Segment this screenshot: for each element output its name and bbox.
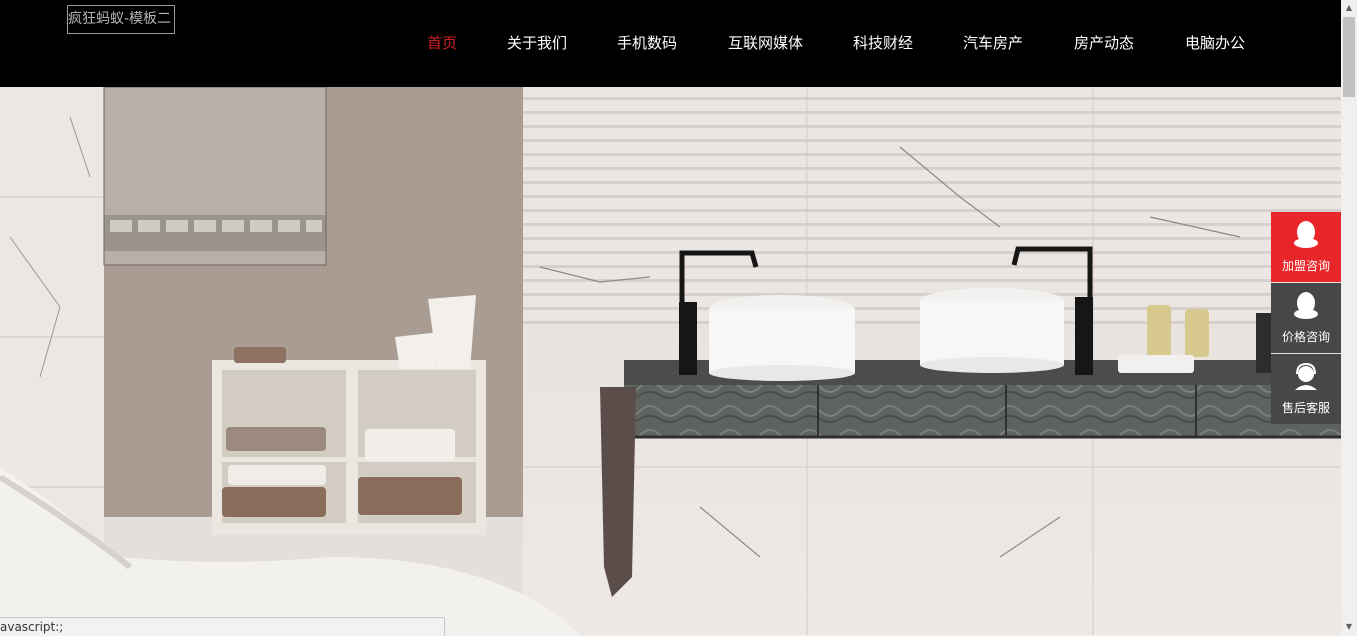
after-sales-label: 售后客服 — [1281, 401, 1330, 415]
join-consult-label: 加盟咨询 — [1281, 259, 1330, 273]
join-consult-button[interactable]: 加盟咨询 — [1271, 212, 1341, 282]
nav-item-internet-media[interactable]: 互联网媒体 — [728, 32, 803, 53]
price-consult-label: 价格咨询 — [1281, 330, 1330, 344]
vertical-scrollbar[interactable]: ▲ ▼ — [1341, 0, 1357, 635]
nav-item-about[interactable]: 关于我们 — [507, 32, 567, 53]
nav-item-tech-finance[interactable]: 科技财经 — [853, 32, 913, 53]
customer-service-icon — [1295, 362, 1317, 390]
nav-item-computer-office[interactable]: 电脑办公 — [1185, 32, 1245, 53]
qq-penguin-icon — [1294, 292, 1318, 319]
qq-penguin-icon — [1294, 221, 1318, 248]
scroll-down-icon[interactable]: ▼ — [1341, 619, 1357, 635]
browser-status-bar: avascript:; — [0, 617, 445, 636]
scroll-up-icon[interactable]: ▲ — [1341, 0, 1357, 16]
after-sales-button[interactable]: 售后客服 — [1271, 354, 1341, 424]
nav-item-home[interactable]: 首页 — [427, 32, 457, 53]
scroll-thumb[interactable] — [1343, 17, 1355, 97]
price-consult-button[interactable]: 价格咨询 — [1271, 283, 1341, 353]
nav-item-realestate-news[interactable]: 房产动态 — [1074, 32, 1134, 53]
site-header: 疯狂蚂蚁-模板二 首页 关于我们 手机数码 互联网媒体 科技财经 汽车房产 房产… — [0, 0, 1341, 87]
hero-banner[interactable] — [0, 87, 1341, 635]
nav-item-mobile-digital[interactable]: 手机数码 — [617, 32, 677, 53]
nav-item-auto-realestate[interactable]: 汽车房产 — [963, 32, 1023, 53]
site-logo[interactable]: 疯狂蚂蚁-模板二 — [67, 5, 175, 34]
bathroom-banner-image — [0, 87, 1341, 635]
